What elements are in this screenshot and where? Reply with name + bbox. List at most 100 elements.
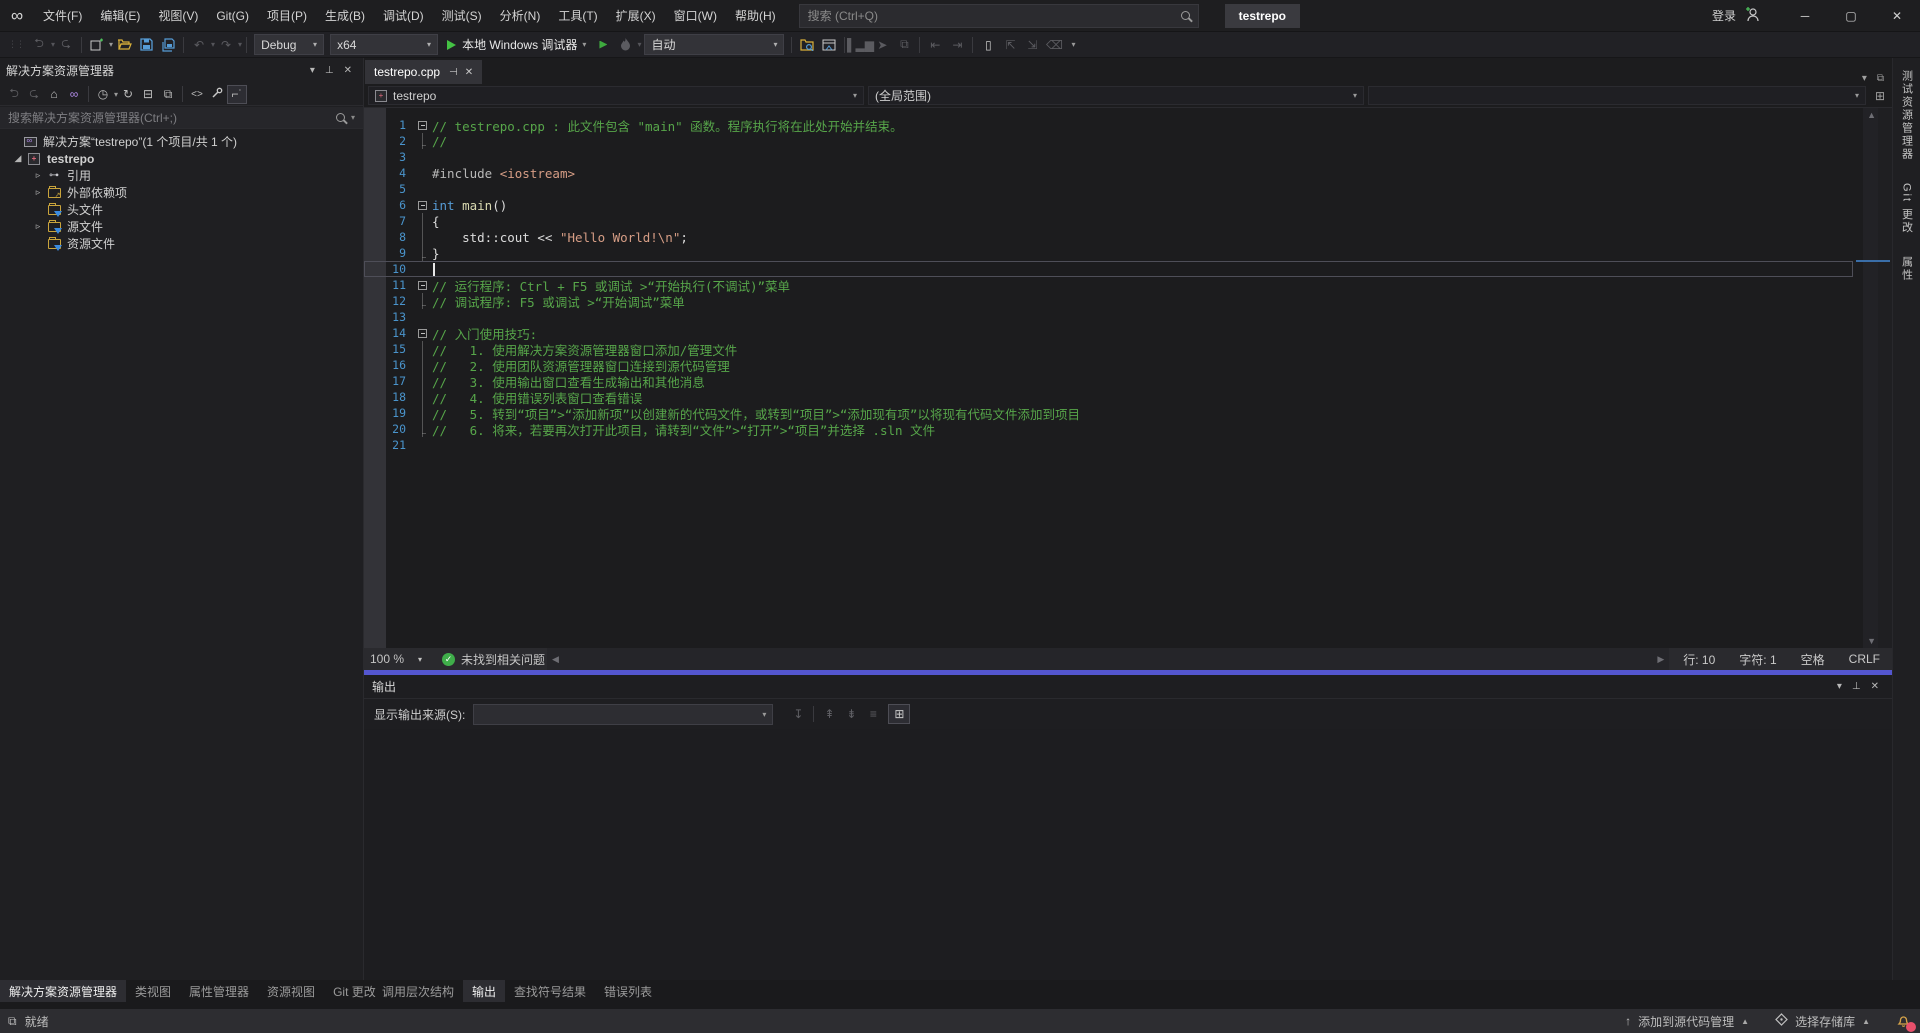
tree-item-解决方案-testrepo-1-个项目-共-1-个-[interactable]: 解决方案“testrepo”(1 个项目/共 1 个) xyxy=(0,133,363,150)
code-line-1[interactable]: 1// testrepo.cpp : 此文件包含 "main" 函数。程序执行将… xyxy=(364,117,1853,133)
dock-tab-资源视图[interactable]: 资源视图 xyxy=(258,980,324,1002)
menu-item[interactable]: 编辑(E) xyxy=(91,9,149,23)
start-without-debugging-icon[interactable] xyxy=(592,34,614,56)
se-collapse-all-icon[interactable]: ⊟ xyxy=(138,87,158,101)
output-content[interactable] xyxy=(364,729,1892,980)
previous-message-icon[interactable]: ⇞ xyxy=(818,707,840,721)
code-line-2[interactable]: 2// xyxy=(364,133,1853,149)
se-home-icon[interactable]: ⌂ xyxy=(44,87,64,101)
dock-tab-属性管理器[interactable]: 属性管理器 xyxy=(180,980,258,1002)
clear-bookmarks-icon[interactable]: ⌫ xyxy=(1043,34,1065,56)
solution-explorer-search[interactable]: 搜索解决方案资源管理器(Ctrl+;) ▾ xyxy=(0,107,363,129)
expand-arrow-icon[interactable]: ▹ xyxy=(30,187,46,198)
se-preview-selected-icon[interactable]: ⌐˙ xyxy=(227,85,247,104)
eol-indicator[interactable]: CRLF xyxy=(1837,652,1892,666)
se-properties-icon[interactable] xyxy=(207,87,227,102)
navigate-back-icon[interactable]: ⮌ xyxy=(28,34,50,56)
tree-item-外部依赖项[interactable]: ▹↗外部依赖项 xyxy=(0,184,363,201)
toolbar-overflow-icon[interactable]: ▾ xyxy=(1071,40,1075,49)
member-dropdown[interactable]: ▾ xyxy=(1368,86,1866,105)
copy-to-clipboard-icon[interactable]: ⧉ xyxy=(893,34,915,56)
scroll-left-icon[interactable]: ◀ xyxy=(547,654,564,665)
menu-item[interactable]: 扩展(X) xyxy=(607,9,665,23)
output-window-position-icon[interactable]: ▾ xyxy=(1832,681,1847,692)
code-line-9[interactable]: 9} xyxy=(364,245,1853,261)
code-line-6[interactable]: 6int main() xyxy=(364,197,1853,213)
save-all-icon[interactable] xyxy=(157,34,179,56)
code-line-12[interactable]: 12// 调试程序: F5 或调试 >“开始调试”菜单 xyxy=(364,293,1853,309)
dock-tab-输出[interactable]: 输出 xyxy=(463,980,505,1002)
solution-explorer-icon[interactable] xyxy=(796,34,818,56)
code-line-20[interactable]: 20// 6. 将来，若要再次打开此项目，请转到“文件”>“打开”>“项目”并选… xyxy=(364,421,1853,437)
expand-arrow-icon[interactable]: ◢ xyxy=(10,153,26,164)
se-refresh-icon[interactable]: ↻ xyxy=(118,87,138,101)
hot-reload-icon[interactable] xyxy=(614,34,636,56)
fold-collapse-icon[interactable] xyxy=(416,197,432,213)
undo-icon[interactable]: ↶ xyxy=(188,34,210,56)
expand-arrow-icon[interactable]: ▹ xyxy=(30,221,46,232)
notifications-bell-icon[interactable] xyxy=(1896,1013,1912,1029)
decrease-indent-icon[interactable]: ⇤ xyxy=(924,34,946,56)
code-editor[interactable]: 1// testrepo.cpp : 此文件包含 "main" 函数。程序执行将… xyxy=(364,108,1892,648)
clear-output-icon[interactable]: ≡ xyxy=(862,707,884,721)
performance-chart-icon[interactable]: ▌▂▆ xyxy=(849,34,871,56)
menu-item[interactable]: 项目(P) xyxy=(258,9,316,23)
scroll-right-icon[interactable]: ▶ xyxy=(1652,654,1669,665)
previous-bookmark-icon[interactable]: ⇱ xyxy=(999,34,1021,56)
dock-tab-解决方案资源管理器[interactable]: 解决方案资源管理器 xyxy=(0,980,126,1002)
space-indicator[interactable]: 空格 xyxy=(1789,651,1837,668)
menu-item[interactable]: 文件(F) xyxy=(34,9,91,23)
menu-item[interactable]: 测试(S) xyxy=(433,9,491,23)
code-line-13[interactable]: 13 xyxy=(364,309,1853,325)
attach-mode-combo[interactable]: 自动▾ xyxy=(644,34,784,55)
add-account-icon[interactable] xyxy=(1744,6,1760,25)
menu-item[interactable]: 视图(V) xyxy=(149,9,207,23)
platform-combo[interactable]: x64▾ xyxy=(330,34,438,55)
scroll-down-icon[interactable]: ▼ xyxy=(1867,636,1876,646)
output-close-icon[interactable]: ✕ xyxy=(1866,681,1884,692)
code-line-4[interactable]: 4#include <iostream> xyxy=(364,165,1853,181)
pin-tab-icon[interactable]: ⊣ xyxy=(449,67,458,78)
horizontal-scrollbar[interactable]: ◀ ▶ xyxy=(547,648,1669,670)
toolbar-grip[interactable]: ⋮⋮ xyxy=(8,39,24,50)
code-line-21[interactable]: 21 xyxy=(364,437,1853,453)
sign-in-button[interactable]: 登录 xyxy=(1712,7,1736,24)
add-to-source-control-button[interactable]: ↑ 添加到源代码管理 ▲ xyxy=(1625,1013,1749,1030)
window-position-icon[interactable]: ▾ xyxy=(305,65,320,76)
active-document-badge[interactable]: testrepo xyxy=(1225,4,1300,28)
tree-item-testrepo[interactable]: ◢+testrepo xyxy=(0,150,363,167)
code-line-5[interactable]: 5 xyxy=(364,181,1853,197)
se-pending-changes-filter-icon[interactable]: ◷ xyxy=(93,87,113,101)
search-box[interactable]: 搜索 (Ctrl+Q) xyxy=(799,4,1199,28)
redo-icon[interactable]: ↷ xyxy=(215,34,237,56)
se-forward-icon[interactable]: ⮎ xyxy=(24,84,44,105)
menu-item[interactable]: 分析(N) xyxy=(491,9,550,23)
code-line-7[interactable]: 7{ xyxy=(364,213,1853,229)
dock-tab-查找符号结果[interactable]: 查找符号结果 xyxy=(505,980,595,1002)
configuration-combo[interactable]: Debug▾ xyxy=(254,34,324,55)
open-file-icon[interactable] xyxy=(113,34,135,56)
se-show-all-files-icon[interactable]: ⧉ xyxy=(158,87,178,102)
dock-tab-调用层次结构[interactable]: 调用层次结构 xyxy=(373,980,463,1002)
select-repository-button[interactable]: 选择存储库 ▲ xyxy=(1775,1013,1870,1030)
toggle-bookmark-icon[interactable]: ▯ xyxy=(977,34,999,56)
next-bookmark-icon[interactable]: ⇲ xyxy=(1021,34,1043,56)
menu-item[interactable]: Git(G) xyxy=(207,9,258,23)
close-tab-icon[interactable]: ✕ xyxy=(465,67,473,78)
minimize-button[interactable]: ─ xyxy=(1782,0,1828,32)
pointer-select-icon[interactable]: ➤ xyxy=(871,34,893,56)
code-health-icon[interactable]: ✓ xyxy=(442,653,455,666)
auto-hide-tab-Git-更改[interactable]: Git 更改 xyxy=(1899,183,1915,234)
menu-item[interactable]: 帮助(H) xyxy=(726,9,785,23)
se-switch-views-icon[interactable]: ∞ xyxy=(64,87,84,101)
menu-item[interactable]: 生成(B) xyxy=(316,9,374,23)
maximize-button[interactable]: ▢ xyxy=(1828,0,1874,32)
tree-item-资源文件[interactable]: 资源文件 xyxy=(0,235,363,252)
fold-collapse-icon[interactable] xyxy=(416,117,432,133)
properties-window-icon[interactable] xyxy=(818,34,840,56)
expand-arrow-icon[interactable]: ▹ xyxy=(30,170,46,181)
scope-dropdown[interactable]: (全局范围)▾ xyxy=(868,86,1364,105)
tree-item-头文件[interactable]: 头文件 xyxy=(0,201,363,218)
se-view-code-icon[interactable]: <> xyxy=(187,89,207,100)
auto-hide-tab-属性[interactable]: 属性 xyxy=(1899,256,1915,282)
